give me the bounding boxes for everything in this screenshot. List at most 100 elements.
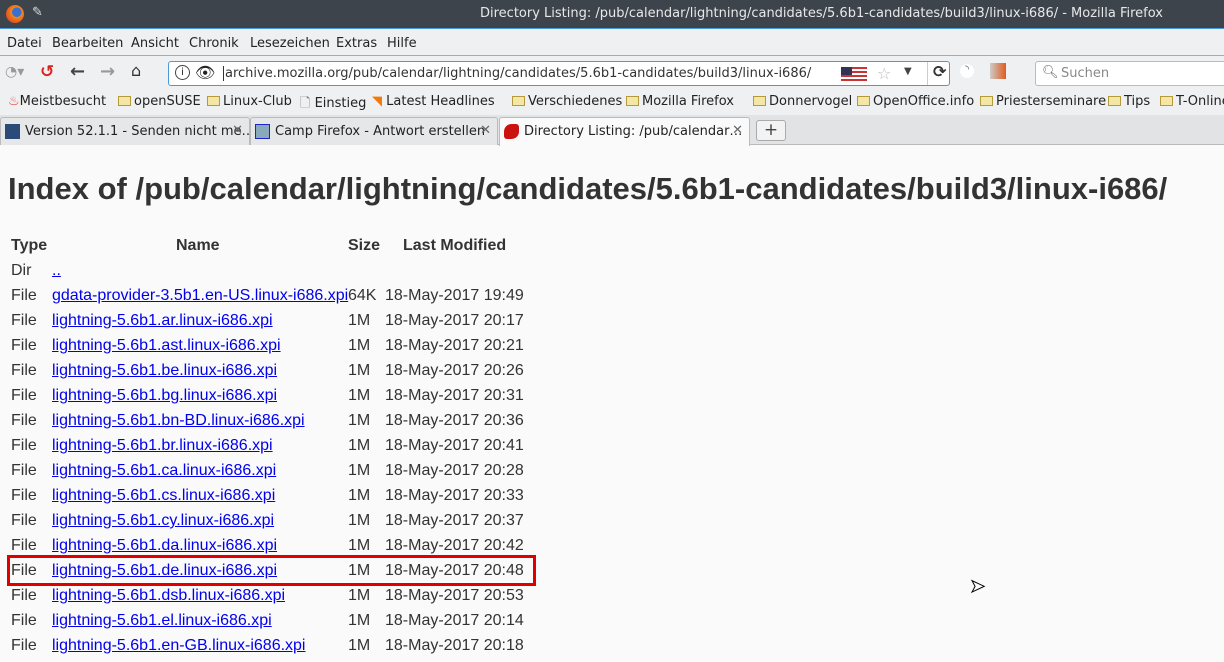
- table-row: File lightning-5.6b1.dsb.linux-i686.xpi …: [0, 587, 560, 612]
- file-link[interactable]: lightning-5.6b1.en-GB.linux-i686.xpi: [52, 637, 305, 654]
- row-size: 64K: [348, 287, 377, 304]
- row-type: File: [11, 287, 37, 304]
- row-size: 1M: [348, 337, 371, 354]
- file-link[interactable]: lightning-5.6b1.da.linux-i686.xpi: [52, 537, 277, 554]
- row-modified: 18-May-2017 20:17: [385, 312, 524, 329]
- bookmark-meistbesucht[interactable]: ♨Meistbesucht: [8, 94, 106, 109]
- table-row: File lightning-5.6b1.bn-BD.linux-i686.xp…: [0, 412, 560, 437]
- row-size: 1M: [348, 362, 371, 379]
- home-icon[interactable]: ⌂: [131, 61, 141, 80]
- menu-hilfe[interactable]: Hilfe: [387, 36, 417, 51]
- file-link[interactable]: lightning-5.6b1.bn-BD.linux-i686.xpi: [52, 412, 305, 429]
- row-type: File: [11, 587, 37, 604]
- url-input[interactable]: archive.mozilla.org/pub/calendar/lightni…: [223, 66, 811, 81]
- table-row: File lightning-5.6b1.cs.linux-i686.xpi 1…: [0, 487, 560, 512]
- bookmark-einstieg[interactable]: 🗋 Einstieg: [300, 94, 366, 116]
- menu-chronik[interactable]: Chronik: [189, 36, 239, 51]
- fire-icon: ♨: [8, 94, 20, 109]
- tab-directory-listing[interactable]: Directory Listing: /pub/calendar… ✕: [499, 117, 750, 146]
- column-modified: Last Modified: [403, 237, 507, 254]
- row-type: File: [11, 512, 37, 529]
- menu-datei[interactable]: Datei: [7, 36, 42, 51]
- file-link[interactable]: lightning-5.6b1.bg.linux-i686.xpi: [52, 387, 277, 404]
- bookmark-t-online[interactable]: T-Online: [1160, 94, 1224, 109]
- history-menu-icon[interactable]: ◔▾: [5, 64, 24, 80]
- folder-icon: [857, 96, 870, 106]
- file-link[interactable]: lightning-5.6b1.cy.linux-i686.xpi: [52, 512, 274, 529]
- dropdown-icon[interactable]: ▼: [904, 66, 912, 77]
- row-type: File: [11, 437, 37, 454]
- folder-icon: [980, 96, 993, 106]
- row-type: File: [11, 387, 37, 404]
- bookmark-priesterseminare[interactable]: Priesterseminare: [980, 94, 1106, 109]
- info-icon[interactable]: i: [175, 65, 190, 80]
- row-modified: 18-May-2017 20:28: [385, 462, 524, 479]
- row-type: Dir: [11, 262, 32, 279]
- bookmark-verschiedenes[interactable]: Verschiedenes: [512, 94, 622, 109]
- menu-extras[interactable]: Extras: [336, 36, 377, 51]
- mouse-cursor-icon: ➤: [969, 576, 986, 598]
- bookmark-tips[interactable]: Tips: [1108, 94, 1150, 109]
- close-tab-icon[interactable]: ✕: [232, 123, 243, 138]
- undo-close-icon[interactable]: ↺: [40, 62, 54, 82]
- addon-icon[interactable]: [990, 63, 1006, 79]
- file-link[interactable]: lightning-5.6b1.ast.linux-i686.xpi: [52, 337, 281, 354]
- firefox-logo-icon: [6, 5, 24, 23]
- row-type: File: [11, 312, 37, 329]
- dragon-icon: [504, 124, 519, 139]
- table-row: File lightning-5.6b1.br.linux-i686.xpi 1…: [0, 437, 560, 462]
- row-type: File: [11, 537, 37, 554]
- window-title: Directory Listing: /pub/calendar/lightni…: [480, 6, 1164, 21]
- menu-bearbeiten[interactable]: Bearbeiten: [52, 36, 123, 51]
- reload-icon[interactable]: ⟳: [927, 62, 946, 85]
- bookmark-star-icon[interactable]: ☆: [877, 64, 891, 83]
- bookmark-opensuse[interactable]: openSUSE: [118, 94, 201, 109]
- new-tab-button[interactable]: +: [756, 120, 786, 141]
- bookmark-linux-club[interactable]: Linux-Club: [207, 94, 292, 109]
- file-link[interactable]: lightning-5.6b1.br.linux-i686.xpi: [52, 437, 273, 454]
- file-link[interactable]: lightning-5.6b1.ar.linux-i686.xpi: [52, 312, 273, 329]
- menu-ansicht[interactable]: Ansicht: [131, 36, 179, 51]
- file-link[interactable]: lightning-5.6b1.ca.linux-i686.xpi: [52, 462, 276, 479]
- table-row: File lightning-5.6b1.ca.linux-i686.xpi 1…: [0, 462, 560, 487]
- file-link[interactable]: lightning-5.6b1.be.linux-i686.xpi: [52, 362, 277, 379]
- page-title: Index of /pub/calendar/lightning/candida…: [8, 171, 1168, 206]
- folder-icon: [1108, 96, 1121, 106]
- table-row: File lightning-5.6b1.en-GB.linux-i686.xp…: [0, 637, 560, 662]
- close-tab-icon[interactable]: ✕: [480, 123, 491, 138]
- folder-icon: [207, 96, 220, 106]
- rss-icon[interactable]: ◝: [960, 64, 974, 78]
- file-link[interactable]: lightning-5.6b1.el.linux-i686.xpi: [52, 612, 272, 629]
- file-link[interactable]: lightning-5.6b1.cs.linux-i686.xpi: [52, 487, 275, 504]
- row-type: File: [11, 362, 37, 379]
- row-size: 1M: [348, 387, 371, 404]
- folder-icon: [512, 96, 525, 106]
- tab-camp-firefox[interactable]: Camp Firefox - Antwort erstellen ✕: [250, 117, 498, 145]
- eye-icon[interactable]: 👁: [195, 63, 215, 82]
- column-type: Type: [11, 237, 48, 254]
- close-tab-icon[interactable]: ✕: [732, 123, 743, 138]
- menu-lesezeichen[interactable]: Lesezeichen: [250, 36, 330, 51]
- folder-icon: [626, 96, 639, 106]
- row-type: File: [11, 487, 37, 504]
- bookmark-openoffice[interactable]: OpenOffice.info: [857, 94, 974, 109]
- forward-icon[interactable]: →: [100, 61, 115, 82]
- row-type: File: [11, 612, 37, 629]
- file-link[interactable]: lightning-5.6b1.dsb.linux-i686.xpi: [52, 587, 285, 604]
- row-size: 1M: [348, 612, 371, 629]
- search-input[interactable]: Suchen: [1061, 66, 1109, 81]
- row-modified: 18-May-2017 20:31: [385, 387, 524, 404]
- back-icon[interactable]: ←: [70, 61, 85, 82]
- search-icon: 🔍︎: [1042, 65, 1059, 80]
- bookmark-latest-headlines[interactable]: ◥ Latest Headlines: [372, 94, 495, 109]
- tab-version-52[interactable]: Version 52.1.1 - Senden nicht me… ✕: [0, 117, 254, 145]
- file-link[interactable]: gdata-provider-3.5b1.en-US.linux-i686.xp…: [52, 287, 348, 304]
- file-link[interactable]: ..: [52, 262, 61, 279]
- url-bar[interactable]: i 👁 archive.mozilla.org/pub/calendar/lig…: [168, 61, 950, 86]
- bookmark-donnervogel[interactable]: Donnervogel: [753, 94, 852, 109]
- row-type: File: [11, 637, 37, 654]
- bookmark-mozilla-firefox[interactable]: Mozilla Firefox: [626, 94, 734, 109]
- search-box[interactable]: 🔍︎ Suchen: [1035, 61, 1224, 86]
- table-row: File lightning-5.6b1.be.linux-i686.xpi 1…: [0, 362, 560, 387]
- pin-icon[interactable]: ✎: [32, 5, 43, 20]
